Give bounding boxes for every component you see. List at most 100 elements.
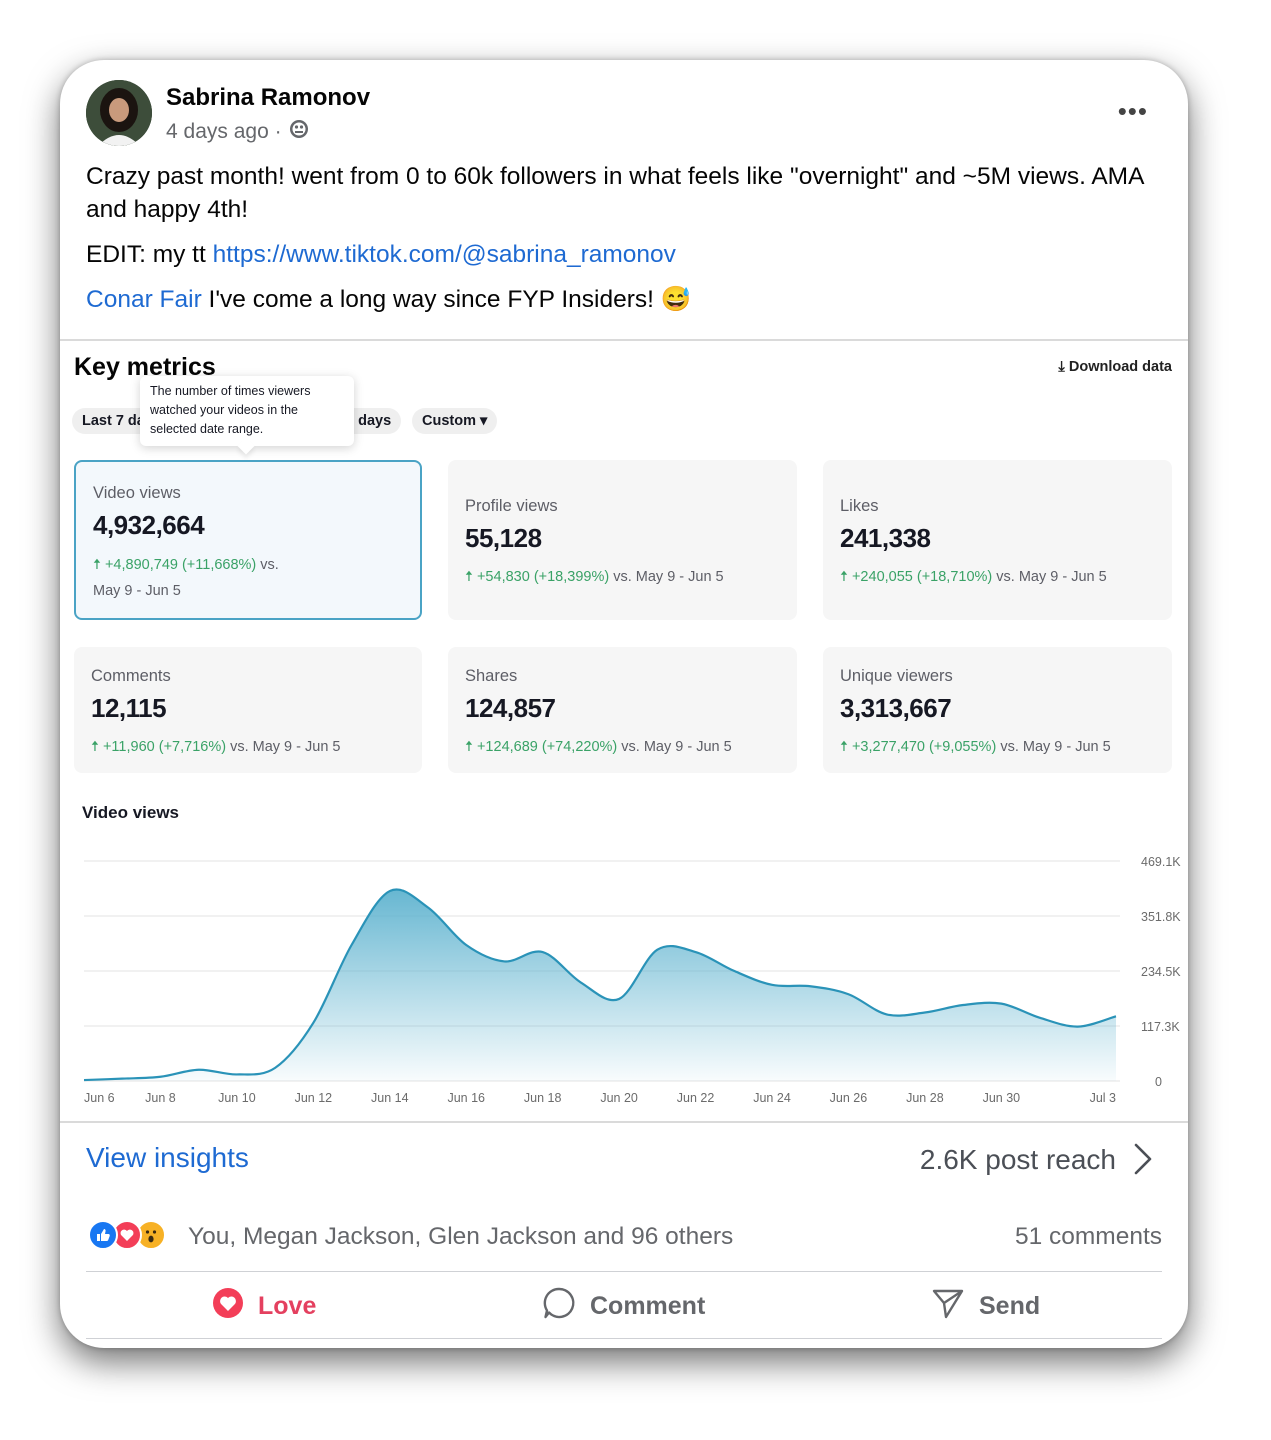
comment-button[interactable]: Comment <box>542 1287 705 1325</box>
y-tick-label: 234.5K <box>1141 965 1181 979</box>
x-tick-label: Jul 3 <box>1090 1091 1116 1105</box>
post-body: Crazy past month! went from 0 to 60k fol… <box>86 160 1166 328</box>
x-tick-label: Jun 14 <box>371 1091 409 1105</box>
post-card: Sabrina Ramonov 4 days ago · ••• Crazy p… <box>60 60 1188 1348</box>
download-data-button[interactable]: ⤓ Download data <box>1058 359 1172 375</box>
metric-value: 12,115 <box>91 693 167 723</box>
up-arrow-icon: 🠅 <box>840 569 852 585</box>
y-tick-label: 117.3K <box>1141 1020 1180 1034</box>
post-edit-line: EDIT: my tt https://www.tiktok.com/@sabr… <box>86 238 1166 271</box>
send-label: Send <box>979 1291 1041 1320</box>
actions-divider-bottom <box>86 1338 1162 1339</box>
metric-label: Video views <box>93 484 181 502</box>
download-label: Download data <box>1068 359 1172 375</box>
metric-period: May 9 - Jun 5 <box>93 583 181 599</box>
post-meta: 4 days ago · <box>166 118 310 146</box>
metric-vs: vs. <box>1000 739 1019 755</box>
post-line-1: Crazy past month! went from 0 to 60k fol… <box>86 163 1144 223</box>
up-arrow-icon: 🠅 <box>465 739 477 755</box>
comment-icon <box>542 1286 576 1327</box>
x-tick-label: Jun 22 <box>677 1091 715 1105</box>
metric-value: 55,128 <box>465 523 542 553</box>
metric-delta: 🠅 +124,689 (+74,220%) vs. May 9 - Jun 5 <box>465 736 732 761</box>
metric-delta: 🠅 +240,055 (+18,710%) vs. May 9 - Jun 5 <box>840 566 1107 591</box>
metric-card-unique-viewers[interactable]: Unique viewers 3,313,667 🠅 +3,277,470 (+… <box>823 647 1172 773</box>
metric-value: 241,338 <box>840 523 931 553</box>
y-tick-label: 469.1K <box>1141 855 1181 869</box>
metric-card-video-views[interactable]: Video views 4,932,664 🠅 +4,890,749 (+11,… <box>74 460 422 620</box>
metric-period: May 9 - Jun 5 <box>643 739 732 755</box>
y-tick-label: 351.8K <box>1141 910 1181 924</box>
post-header: Sabrina Ramonov 4 days ago · ••• <box>60 60 1188 160</box>
tiktok-link[interactable]: https://www.tiktok.com/@sabrina_ramonov <box>213 241 676 268</box>
edit-prefix: EDIT: my tt <box>86 241 213 268</box>
comments-count[interactable]: 51 comments <box>1015 1223 1162 1251</box>
chart-title: Video views <box>82 803 180 822</box>
post-time[interactable]: 4 days ago · <box>166 120 282 144</box>
reactions-summary[interactable]: You, Megan Jackson, Glen Jackson and 96 … <box>188 1223 733 1251</box>
metric-card-profile-views[interactable]: Profile views 55,128 🠅 +54,830 (+18,399%… <box>448 460 797 620</box>
metric-vs: vs. <box>260 557 279 573</box>
metric-delta-value: +11,960 (+7,716%) <box>102 739 227 755</box>
metric-period: May 9 - Jun 5 <box>635 569 724 585</box>
metric-vs: vs. <box>230 739 249 755</box>
globe-icon[interactable] <box>288 118 310 146</box>
metric-label: Shares <box>465 667 518 685</box>
metric-delta-value: +54,830 (+18,399%) <box>476 569 610 585</box>
post-reach[interactable]: 2.6K post reach <box>920 1144 1116 1176</box>
video-views-chart: 469.1K 351.8K 234.5K 117.3K 0 Jun 6 Jun 8 Jun 1… <box>83 855 1181 1105</box>
up-arrow-icon: 🠅 <box>93 557 105 573</box>
x-tick-label: Jun 20 <box>600 1091 638 1105</box>
metric-label: Comments <box>91 667 171 685</box>
send-button[interactable]: Send <box>931 1287 1040 1325</box>
metric-card-likes[interactable]: Likes 241,338 🠅 +240,055 (+18,710%) vs. … <box>823 460 1172 620</box>
metric-vs: vs. <box>613 569 632 585</box>
x-tick-label: Jun 8 <box>145 1091 176 1105</box>
metric-delta-value: +240,055 (+18,710%) <box>851 569 993 585</box>
author-avatar[interactable] <box>86 80 152 146</box>
series-area <box>84 889 1116 1081</box>
love-button[interactable]: Love <box>212 1287 316 1325</box>
metric-delta: 🠅 +3,277,470 (+9,055%) vs. May 9 - Jun 5 <box>840 736 1111 761</box>
metric-delta: 🠅 +11,960 (+7,716%) vs. May 9 - Jun 5 <box>91 736 340 761</box>
metric-tooltip: The number of times viewers watched your… <box>140 376 354 446</box>
up-arrow-icon: 🠅 <box>465 569 477 585</box>
metric-vs: vs. <box>621 739 640 755</box>
send-icon <box>931 1286 965 1327</box>
metric-period: May 9 - Jun 5 <box>1018 569 1107 585</box>
y-tick-label: 0 <box>1155 1075 1162 1089</box>
metric-value: 4,932,664 <box>93 510 205 540</box>
metric-delta: 🠅 +54,830 (+18,399%) vs. May 9 - Jun 5 <box>465 566 724 591</box>
metric-delta-value: +124,689 (+74,220%) <box>476 739 618 755</box>
x-tick-label: Jun 26 <box>830 1091 868 1105</box>
metric-vs: vs. <box>996 569 1015 585</box>
range-chip-custom[interactable]: Custom ▾ <box>412 408 498 434</box>
metric-card-comments[interactable]: Comments 12,115 🠅 +11,960 (+7,716%) vs. … <box>74 647 422 773</box>
x-tick-label: Jun 28 <box>906 1091 944 1105</box>
x-tick-label: Jun 18 <box>524 1091 562 1105</box>
author-name[interactable]: Sabrina Ramonov <box>166 84 370 112</box>
metric-period: May 9 - Jun 5 <box>252 739 341 755</box>
metric-card-shares[interactable]: Shares 124,857 🠅 +124,689 (+74,220%) vs.… <box>448 647 797 773</box>
actions-divider-top <box>86 1271 1162 1272</box>
post-mention-line: Conar Fair I've come a long way since FY… <box>86 283 1166 316</box>
metric-delta: 🠅 +4,890,749 (+11,668%) vs. <box>93 554 279 579</box>
metric-value: 124,857 <box>465 693 556 723</box>
more-options-icon[interactable]: ••• <box>1118 96 1148 127</box>
metric-delta-value: +3,277,470 (+9,055%) <box>851 739 997 755</box>
up-arrow-icon: 🠅 <box>91 739 103 755</box>
like-reaction-icon <box>88 1220 118 1250</box>
x-tick-label: Jun 24 <box>753 1091 791 1105</box>
x-tick-label: Jun 12 <box>295 1091 333 1105</box>
reaction-icons[interactable] <box>88 1220 166 1250</box>
love-label: Love <box>258 1291 317 1320</box>
chevron-right-icon[interactable] <box>1130 1142 1156 1181</box>
up-arrow-icon: 🠅 <box>840 739 852 755</box>
x-tick-label: Jun 10 <box>218 1091 256 1105</box>
view-insights-link[interactable]: View insights <box>86 1142 249 1174</box>
metric-label: Likes <box>840 497 879 515</box>
x-tick-label: Jun 16 <box>447 1091 485 1105</box>
analytics-screenshot: Key metrics ⤓ Download data Last 7 da 0 … <box>60 339 1188 1123</box>
mention-link[interactable]: Conar Fair <box>86 286 202 313</box>
metric-value: 3,313,667 <box>840 693 952 723</box>
